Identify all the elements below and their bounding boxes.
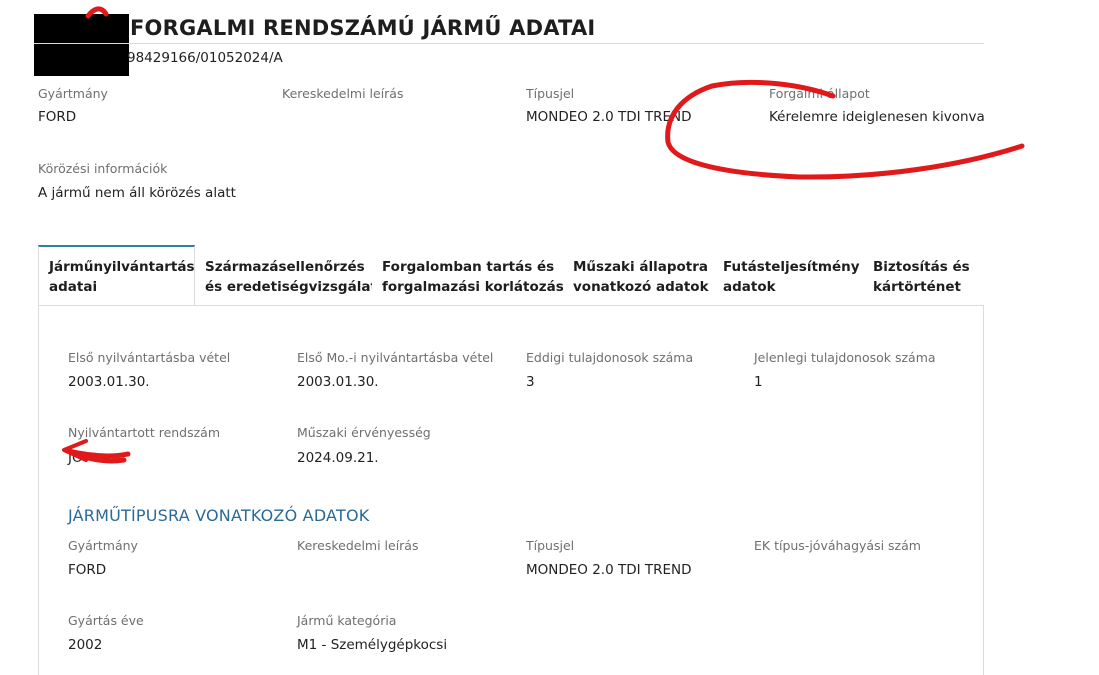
first-hu-registration-label: Első Mo.-i nyilvántartásba vétel xyxy=(297,350,494,365)
wanted-info-label: Körözési információk xyxy=(38,161,168,176)
tab-label-line: forgalmazási korlátozás xyxy=(382,279,564,295)
vt-commercial-label: Kereskedelmi leírás xyxy=(297,538,419,553)
tab-label-line: Műszaki állapotra xyxy=(573,259,708,275)
tab-technical-condition[interactable]: Műszaki állapotra vonatkozó adatok xyxy=(563,245,713,305)
traffic-status-value: Kérelemre ideiglenesen kivonva xyxy=(769,109,985,125)
type-label: Típusjel xyxy=(526,86,575,101)
tab-label-line: Forgalomban tartás és xyxy=(382,259,555,275)
current-owners-value: 1 xyxy=(754,374,763,390)
document-id: 98429166/01052024/A xyxy=(127,50,283,66)
manufacturer-value: FORD xyxy=(38,109,77,125)
page-title: FORGALMI RENDSZÁMÚ JÁRMŰ ADATAI xyxy=(130,16,596,40)
tab-label-line: Futásteljesítmény xyxy=(723,259,860,275)
commercial-label: Kereskedelmi leírás xyxy=(282,86,404,101)
tab-label-line: vonatkozó adatok xyxy=(573,279,709,295)
tab-label-line: adatai xyxy=(49,279,98,295)
title-divider xyxy=(34,43,984,44)
vt-manufacturer-label: Gyártmány xyxy=(68,538,138,553)
plate-value: JO xyxy=(68,450,83,466)
tab-bar: Járműnyilvántartás adatai Származásellen… xyxy=(38,245,984,305)
tab-label-line: kártörténet xyxy=(873,279,961,295)
tab-label-line: Járműnyilvántartás xyxy=(49,259,195,275)
vt-ek-approval-label: EK típus-jóváhagyási szám xyxy=(754,538,921,553)
tab-origin-check[interactable]: Származásellenőrzés és eredetiségvizsgál… xyxy=(195,245,377,305)
tab-registration-data[interactable]: Járműnyilvántartás adatai xyxy=(38,245,195,305)
first-registration-label: Első nyilvántartásba vétel xyxy=(68,350,231,365)
manufacturer-label: Gyártmány xyxy=(38,86,108,101)
first-hu-registration-value: 2003.01.30. xyxy=(297,374,379,390)
redaction-box xyxy=(34,14,129,76)
first-registration-value: 2003.01.30. xyxy=(68,374,150,390)
vt-type-value: MONDEO 2.0 TDI TREND xyxy=(526,562,692,578)
tab-label-line: Származásellenőrzés xyxy=(205,259,365,275)
vt-year-label: Gyártás éve xyxy=(68,613,144,628)
vt-year-value: 2002 xyxy=(68,637,103,653)
vt-category-value: M1 - Személygépkocsi xyxy=(297,637,448,653)
type-value: MONDEO 2.0 TDI TREND xyxy=(526,109,692,125)
tab-label-line: adatok xyxy=(723,279,776,295)
vt-manufacturer-value: FORD xyxy=(68,562,107,578)
current-owners-label: Jelenlegi tulajdonosok száma xyxy=(754,350,936,365)
tab-label-line: és eredetiségvizsgálat xyxy=(205,279,377,295)
tab-mileage[interactable]: Futásteljesítmény adatok xyxy=(713,245,863,305)
vehicle-type-section-title: JÁRMŰTÍPUSRA VONATKOZÓ ADATOK xyxy=(68,506,370,525)
technical-validity-value: 2024.09.21. xyxy=(297,450,379,466)
technical-validity-label: Műszaki érvényesség xyxy=(297,425,431,440)
vt-category-label: Jármű kategória xyxy=(297,613,397,628)
tab-label-line: Biztosítás és xyxy=(873,259,970,275)
plate-label: Nyilvántartott rendszám xyxy=(68,425,221,440)
previous-owners-label: Eddigi tulajdonosok száma xyxy=(526,350,694,365)
tab-traffic-restrictions[interactable]: Forgalomban tartás és forgalmazási korlá… xyxy=(372,245,564,305)
tab-insurance-history[interactable]: Biztosítás és kártörténet xyxy=(863,245,984,305)
wanted-info-value: A jármű nem áll körözés alatt xyxy=(38,185,236,201)
previous-owners-value: 3 xyxy=(526,374,535,390)
vt-type-label: Típusjel xyxy=(526,538,575,553)
traffic-status-label: Forgalmi állapot xyxy=(769,86,870,101)
